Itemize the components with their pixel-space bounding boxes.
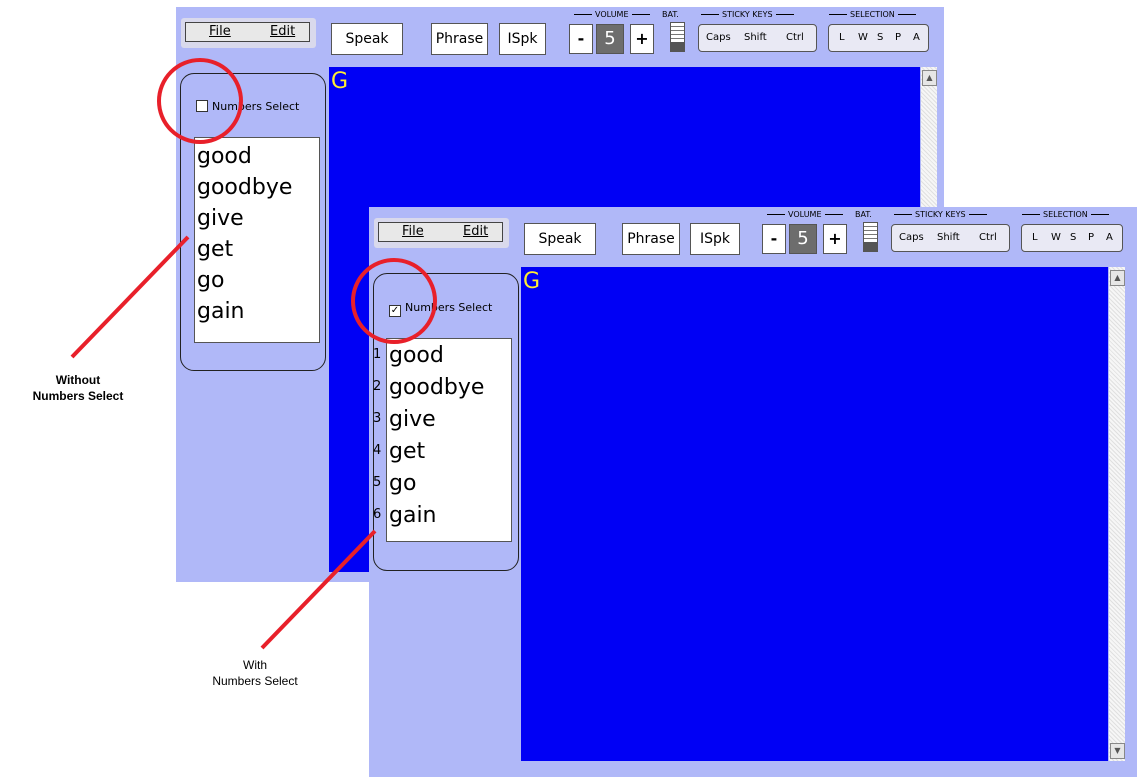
checkbox-box[interactable]: ✓ xyxy=(389,305,401,317)
sticky-keys-group-label: STICKY KEYS xyxy=(891,210,990,220)
word-item[interactable]: goodbye xyxy=(197,176,292,200)
selection-letter-key[interactable]: L xyxy=(1032,225,1038,251)
word-item[interactable]: goodbye xyxy=(389,376,484,400)
sticky-ctrl-key[interactable]: Ctrl xyxy=(786,25,804,51)
volume-down-button[interactable]: - xyxy=(762,224,786,254)
scroll-up-arrow-icon[interactable]: ▲ xyxy=(1110,270,1125,286)
word-item[interactable]: good xyxy=(197,145,252,169)
word-number: 3 xyxy=(373,411,382,426)
callout-line-without xyxy=(70,235,190,359)
sticky-keys-group-label: STICKY KEYS xyxy=(698,10,797,20)
typed-text: G xyxy=(331,69,349,94)
numbers-select-label: Numbers Select xyxy=(212,100,300,113)
word-item[interactable]: give xyxy=(197,207,244,231)
scroll-down-arrow-icon[interactable]: ▼ xyxy=(1110,743,1125,759)
selection-paragraph-key[interactable]: P xyxy=(1088,225,1094,251)
menu-frame: File Edit xyxy=(378,222,503,242)
menu-file[interactable]: File xyxy=(402,223,424,241)
typed-text: G xyxy=(523,269,541,294)
callout-with-line2: Numbers Select xyxy=(212,674,298,688)
battery-label: BAT. xyxy=(855,210,872,219)
volume-up-button[interactable]: + xyxy=(823,224,847,254)
volume-group-label: VOLUME xyxy=(764,210,846,220)
sticky-keys-group: Caps Shift Ctrl xyxy=(698,24,817,52)
menu-file[interactable]: File xyxy=(209,23,231,41)
speak-button[interactable]: Speak xyxy=(524,223,596,255)
ispk-button[interactable]: ISpk xyxy=(499,23,546,55)
selection-group: L W S P A xyxy=(1021,224,1123,252)
menu-bar: File Edit xyxy=(181,18,316,48)
callout-with-numbers: With Numbers Select xyxy=(190,657,320,689)
menu-bar: File Edit xyxy=(374,218,509,248)
word-list: good goodbye give get go gain xyxy=(194,137,320,343)
numbers-select-checkbox[interactable]: Numbers Select xyxy=(196,100,299,113)
word-item[interactable]: get xyxy=(197,238,233,262)
word-number: 6 xyxy=(373,507,382,522)
battery-label: BAT. xyxy=(662,10,679,19)
word-item[interactable]: get xyxy=(389,440,425,464)
selection-group-label: SELECTION xyxy=(826,10,919,20)
volume-down-button[interactable]: - xyxy=(569,24,593,54)
word-item[interactable]: good xyxy=(389,344,444,368)
sticky-caps-key[interactable]: Caps xyxy=(899,225,924,251)
battery-icon xyxy=(863,222,878,252)
selection-sentence-key[interactable]: S xyxy=(877,25,883,51)
sticky-shift-key[interactable]: Shift xyxy=(937,225,960,251)
sticky-keys-group: Caps Shift Ctrl xyxy=(891,224,1010,252)
menu-edit[interactable]: Edit xyxy=(463,223,488,241)
volume-value: 5 xyxy=(596,24,624,54)
selection-paragraph-key[interactable]: P xyxy=(895,25,901,51)
callout-without-numbers: Without Numbers Select xyxy=(20,372,136,404)
callout-with-line1: With xyxy=(243,658,267,672)
ispk-button[interactable]: ISpk xyxy=(690,223,740,255)
selection-letter-key[interactable]: L xyxy=(839,25,845,51)
selection-group: L W S P A xyxy=(828,24,929,52)
volume-group-label: VOLUME xyxy=(571,10,653,20)
selection-sentence-key[interactable]: S xyxy=(1070,225,1076,251)
selection-all-key[interactable]: A xyxy=(1106,225,1113,251)
selection-word-key[interactable]: W xyxy=(1051,225,1061,251)
selection-group-label: SELECTION xyxy=(1019,210,1112,220)
numbers-select-label: Numbers Select xyxy=(405,301,493,314)
word-number: 1 xyxy=(373,347,382,362)
callout-without-line1: Without xyxy=(55,373,101,387)
sticky-caps-key[interactable]: Caps xyxy=(706,25,731,51)
vertical-scrollbar[interactable]: ▲ ▼ xyxy=(1109,267,1125,761)
callout-without-line2: Numbers Select xyxy=(32,389,124,403)
word-item[interactable]: go xyxy=(197,269,224,293)
word-item[interactable]: gain xyxy=(197,300,245,324)
word-number: 5 xyxy=(373,475,382,490)
checkbox-box[interactable] xyxy=(196,100,208,112)
volume-up-button[interactable]: + xyxy=(630,24,654,54)
menu-frame: File Edit xyxy=(185,22,310,42)
sticky-ctrl-key[interactable]: Ctrl xyxy=(979,225,997,251)
text-editor[interactable]: G xyxy=(521,267,1108,761)
word-number: 4 xyxy=(373,443,382,458)
menu-edit[interactable]: Edit xyxy=(270,23,295,41)
app-window-with-numbers: File Edit Speak Phrase ISpk VOLUME - 5 +… xyxy=(369,207,1137,777)
scroll-up-arrow-icon[interactable]: ▲ xyxy=(922,70,937,86)
speak-button[interactable]: Speak xyxy=(331,23,403,55)
word-item[interactable]: gain xyxy=(389,504,437,528)
selection-word-key[interactable]: W xyxy=(858,25,868,51)
phrase-button[interactable]: Phrase xyxy=(622,223,680,255)
word-number: 2 xyxy=(373,379,382,394)
volume-value: 5 xyxy=(789,224,817,254)
phrase-button[interactable]: Phrase xyxy=(431,23,488,55)
numbers-select-checkbox[interactable]: ✓ Numbers Select xyxy=(389,301,492,317)
word-list: good goodbye give get go gain xyxy=(386,338,512,542)
selection-all-key[interactable]: A xyxy=(913,25,920,51)
sticky-shift-key[interactable]: Shift xyxy=(744,25,767,51)
word-item[interactable]: give xyxy=(389,408,436,432)
battery-icon xyxy=(670,22,685,52)
word-item[interactable]: go xyxy=(389,472,416,496)
